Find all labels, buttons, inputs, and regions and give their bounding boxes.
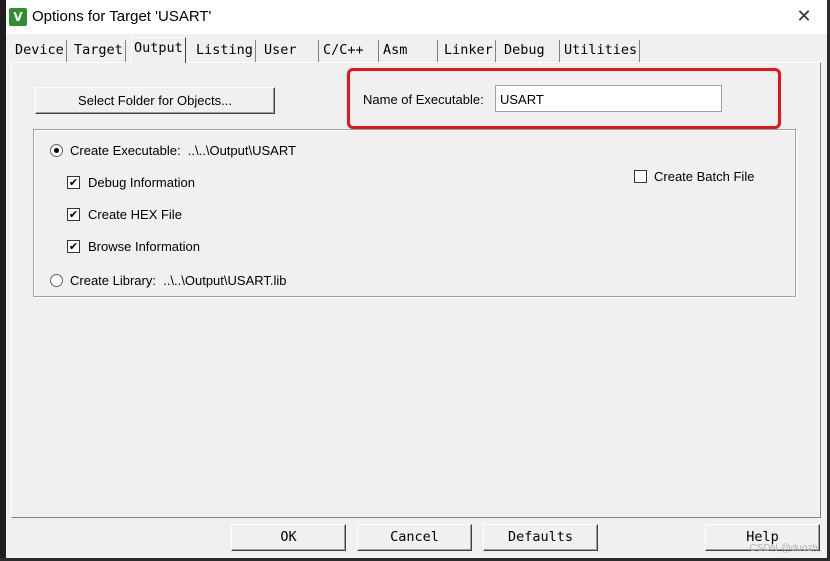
debug-information-label: Debug Information [88,175,195,190]
create-executable-label: Create Executable: ..\..\Output\USART [70,143,296,158]
tab-asm[interactable]: Asm [381,40,438,62]
create-hex-file-checkbox[interactable]: ✔ [67,208,80,221]
create-executable-radio[interactable] [50,144,63,157]
tab-device[interactable]: Device [13,40,67,62]
cancel-button[interactable]: Cancel [357,524,472,551]
name-of-executable-input[interactable] [495,85,722,112]
defaults-button[interactable]: Defaults [483,524,598,551]
tab-listing[interactable]: Listing [194,40,256,62]
tab-cpp[interactable]: C/C++ [321,40,379,62]
tab-linker[interactable]: Linker [442,40,496,62]
keil-app-icon: V [9,8,27,26]
browse-information-label: Browse Information [88,239,200,254]
select-folder-button[interactable]: Select Folder for Objects... [35,87,275,114]
create-batch-file-label: Create Batch File [654,169,755,184]
tab-user[interactable]: User [262,40,319,62]
create-library-radio[interactable] [50,274,63,287]
close-icon[interactable]: ✕ [791,5,817,29]
name-of-executable-label: Name of Executable: [363,92,484,107]
tab-target[interactable]: Target [72,40,126,62]
title-bar: V Options for Target 'USART' ✕ [6,0,827,34]
tab-utilities[interactable]: Utilities [562,40,641,62]
left-edge [0,0,6,561]
create-library-label: Create Library: ..\..\Output\USART.lib [70,273,287,288]
tab-output[interactable]: Output [131,37,186,63]
csdn-watermark: CSDN @duozh [749,543,818,554]
window-title: Options for Target 'USART' [32,8,212,25]
create-batch-file-checkbox[interactable] [634,170,647,183]
tab-debug[interactable]: Debug [502,40,560,62]
browse-information-checkbox[interactable]: ✔ [67,240,80,253]
ok-button[interactable]: OK [231,524,346,551]
create-hex-file-label: Create HEX File [88,207,182,222]
debug-information-checkbox[interactable]: ✔ [67,176,80,189]
